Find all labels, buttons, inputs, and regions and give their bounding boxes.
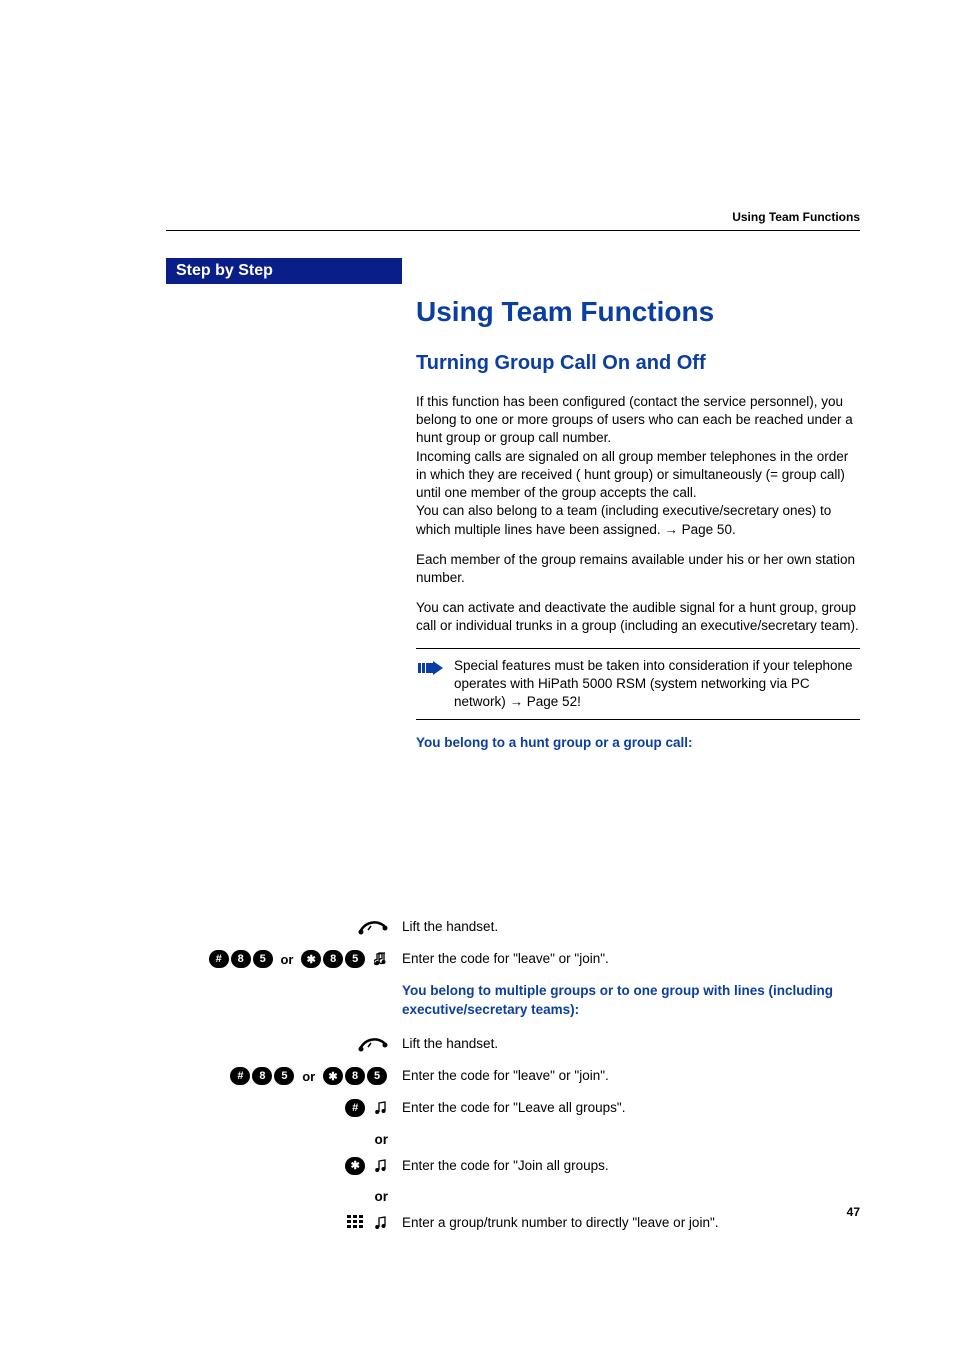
- tone-icon: [374, 1100, 388, 1116]
- key-8: 8: [323, 950, 343, 968]
- or-label: or: [166, 1189, 402, 1204]
- para1a: If this function has been configured (co…: [416, 394, 853, 445]
- step-row: #85 or ✱85 Enter the code for "leave" or…: [166, 1067, 860, 1085]
- key-5: 5: [274, 1067, 294, 1085]
- key-8: 8: [252, 1067, 272, 1085]
- para3: You can activate and deactivate the audi…: [416, 599, 860, 635]
- step-text: Enter the code for "Leave all groups".: [402, 1099, 860, 1117]
- step-text: Enter the code for "leave" or "join".: [402, 950, 860, 968]
- step-by-step-label: Step by Step: [166, 258, 402, 284]
- para2: Each member of the group remains availab…: [416, 551, 860, 587]
- or-text: or: [280, 952, 293, 967]
- para1b: Incoming calls are signaled on all group…: [416, 449, 848, 500]
- key-5: 5: [367, 1067, 387, 1085]
- page-ref-52[interactable]: → Page 52!: [510, 694, 581, 709]
- or-label: or: [166, 1132, 402, 1147]
- or-text: or: [302, 1069, 315, 1084]
- keypad-icon: [346, 1214, 366, 1232]
- lift-handset-icon: [358, 1035, 388, 1053]
- step-text: Enter the code for "leave" or "join".: [402, 1067, 860, 1085]
- running-header: Using Team Functions: [732, 210, 860, 224]
- step-text: Lift the handset.: [402, 1035, 860, 1053]
- step-row: Lift the handset.: [166, 1035, 860, 1053]
- step-icon-cell: [166, 1035, 402, 1053]
- lift-handset-icon: [358, 918, 388, 936]
- main-content: Using Team Functions Turning Group Call …: [416, 290, 860, 767]
- tone-icon: [374, 1215, 388, 1231]
- step-row-or: or: [166, 1132, 860, 1147]
- step-key-cell: ✱: [166, 1157, 402, 1175]
- step-key-cell: #85 or ✱85: [166, 950, 402, 968]
- step-text: Enter the code for "Join all groups.: [402, 1157, 860, 1175]
- key-5: 5: [345, 950, 365, 968]
- page-title: Using Team Functions: [416, 296, 860, 328]
- step-text: Enter a group/trunk number to directly "…: [402, 1214, 860, 1232]
- tone-icon: [374, 951, 388, 967]
- page-number: 47: [847, 1205, 860, 1219]
- step-key-cell: #85 or ✱85: [166, 1067, 402, 1085]
- key-8: 8: [231, 950, 251, 968]
- note-text: Special features must be taken into cons…: [454, 657, 860, 712]
- scenario-1-heading: You belong to a hunt group or a group ca…: [416, 734, 860, 752]
- step-text: Lift the handset.: [402, 918, 860, 936]
- key-hash: #: [345, 1099, 365, 1117]
- step-key-cell: #: [166, 1099, 402, 1117]
- step-key-cell: [166, 1214, 402, 1232]
- section-title: Turning Group Call On and Off: [416, 352, 860, 375]
- header-rule: [166, 230, 860, 231]
- key-hash: #: [209, 950, 229, 968]
- note-box: Special features must be taken into cons…: [416, 648, 860, 721]
- step-row: # Enter the code for "Leave all groups".: [166, 1099, 860, 1117]
- key-star: ✱: [323, 1067, 343, 1085]
- key-5: 5: [253, 950, 273, 968]
- step-icon-cell: [166, 918, 402, 936]
- para1c-pre: You can also belong to a team (including…: [416, 503, 831, 536]
- tone-icon: [374, 1158, 388, 1174]
- key-star: ✱: [345, 1157, 365, 1175]
- step-row: Enter a group/trunk number to directly "…: [166, 1214, 860, 1232]
- step-row: You belong to multiple groups or to one …: [166, 982, 860, 1018]
- step-row: Lift the handset.: [166, 918, 860, 936]
- note-icon: [416, 657, 454, 712]
- page-ref-50[interactable]: → Page 50.: [664, 522, 735, 537]
- step-rows: Lift the handset. #85 or ✱85 Enter the c…: [166, 918, 860, 1246]
- intro-paragraph: If this function has been configured (co…: [416, 393, 860, 539]
- manual-page: Using Team Functions Step by Step Using …: [0, 0, 954, 1351]
- key-hash: #: [230, 1067, 250, 1085]
- key-star: ✱: [301, 950, 321, 968]
- step-row-or: or: [166, 1189, 860, 1204]
- key-8: 8: [345, 1067, 365, 1085]
- scenario-2-heading: You belong to multiple groups or to one …: [402, 982, 860, 1018]
- step-row: #85 or ✱85 Enter the code for "leave" or…: [166, 950, 860, 968]
- step-row: ✱ Enter the code for "Join all groups.: [166, 1157, 860, 1175]
